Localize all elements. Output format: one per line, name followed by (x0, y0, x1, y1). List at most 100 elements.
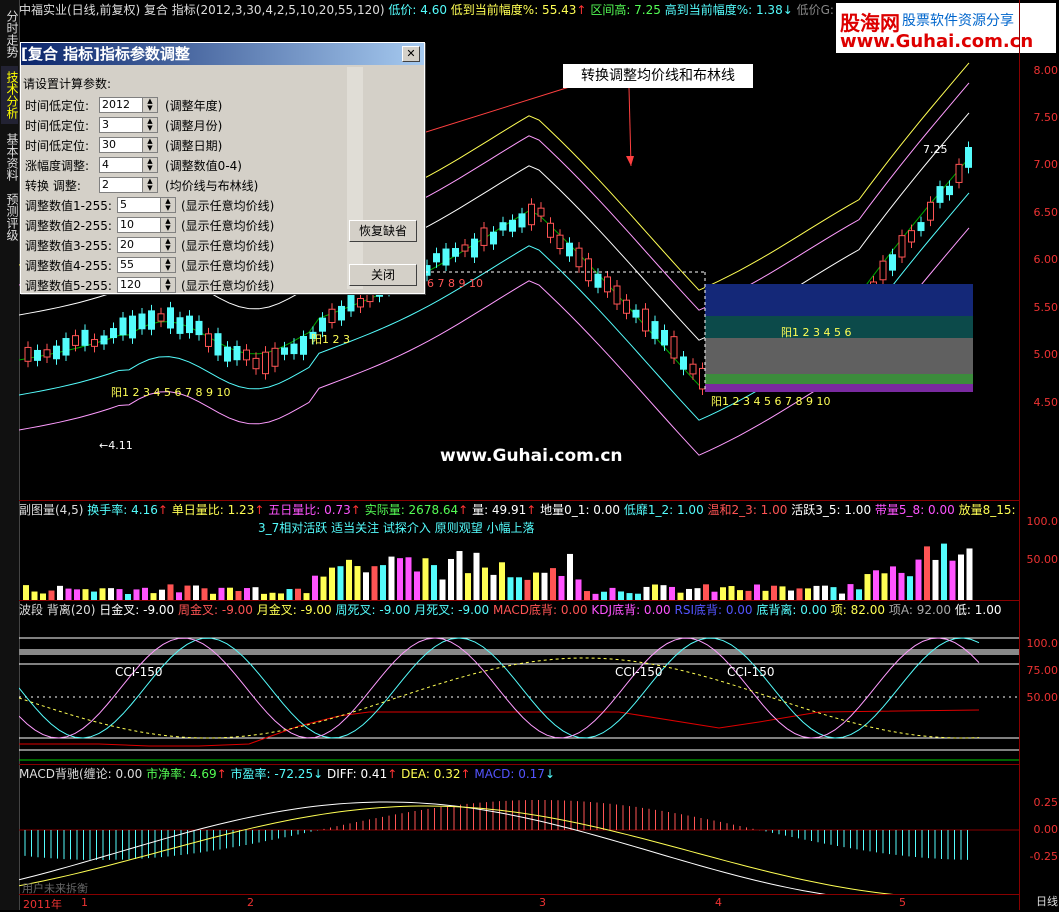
spinner-icon[interactable]: ▲ ▼ (142, 177, 158, 193)
candle (138, 313, 146, 330)
month-label: 4 (715, 896, 722, 909)
zone-purple (705, 384, 973, 392)
candle (81, 329, 89, 346)
close-button[interactable]: 关闭 (349, 264, 417, 286)
spinner-icon[interactable]: ▲ ▼ (160, 257, 176, 273)
candle (433, 253, 440, 263)
volume-bar (881, 573, 888, 600)
candle (461, 244, 469, 252)
candle (300, 335, 307, 355)
candle (528, 203, 535, 226)
volume-bar (575, 579, 582, 600)
spinner-icon[interactable]: ▲ ▼ (160, 277, 176, 293)
candle (680, 356, 687, 370)
param-input[interactable]: 5 (117, 197, 161, 213)
volume-bar (346, 559, 352, 600)
month-label: 5 (899, 896, 906, 909)
candle (129, 315, 136, 339)
volume-bar (405, 557, 412, 600)
tab-rating[interactable]: 预测评级 (1, 188, 19, 246)
band-tick: 50.00 (1026, 691, 1059, 704)
param-input[interactable]: 55 (117, 257, 161, 273)
spinner-icon[interactable]: ▲ ▼ (160, 237, 176, 253)
volume-bar (720, 587, 726, 600)
spinner-icon[interactable]: ▲ ▼ (142, 97, 158, 113)
candle (879, 260, 887, 281)
macd-pe: 市盈率: -72.25 (230, 767, 314, 781)
candle (319, 317, 326, 332)
band-title: 波段 背离(20) (19, 603, 96, 617)
volume-bar (167, 584, 174, 600)
volume-bar (507, 577, 514, 600)
candle (556, 234, 564, 250)
volume-bar (303, 593, 310, 600)
candle (575, 247, 583, 268)
volume-bar (371, 566, 378, 600)
candle (34, 349, 41, 361)
dialog-title-bar[interactable]: [复合 指标]指标参数调整 (21, 43, 424, 65)
volume-bar (159, 589, 165, 600)
param-input[interactable]: 2 (99, 177, 143, 193)
macd-pb: 市净率: 4.69 (146, 767, 217, 781)
tab-fundamental[interactable]: 基本资料 (1, 128, 19, 186)
param-dialog: [复合 指标]指标参数调整 ✕ 请设置计算参数: 时间低定位: 2012 ▲ ▼ (调整… (20, 42, 425, 294)
volume-bar (796, 588, 803, 600)
spinner-icon[interactable]: ▲ ▼ (142, 117, 158, 133)
spinner-icon[interactable]: ▲ ▼ (142, 137, 158, 153)
volume-bar (74, 589, 80, 600)
param-input[interactable]: 120 (117, 277, 161, 293)
vol-5day: 五日量比: 0.73 (268, 503, 351, 517)
volume-bar (652, 584, 658, 600)
volume-bar (82, 589, 89, 600)
spinner-icon[interactable]: ▲ ▼ (142, 157, 158, 173)
cci-label: CCI-150 (115, 665, 163, 679)
volume-bar (873, 570, 879, 600)
close-icon[interactable]: ✕ (402, 46, 420, 62)
volume-bar (677, 592, 684, 600)
volume-bar (414, 571, 420, 600)
param-hint: (均价线与布林线) (165, 179, 259, 193)
band-macd: MACD底背: 0.00 (493, 603, 588, 617)
volume-bar (805, 588, 811, 600)
candle (499, 222, 507, 231)
volume-bar (762, 590, 769, 600)
tab-intraday[interactable]: 分时走势 (1, 10, 19, 58)
volume-bar (626, 593, 633, 600)
volume-bar (966, 548, 973, 600)
spinner-icon[interactable]: ▲ ▼ (160, 197, 176, 213)
candle (214, 333, 222, 356)
period-label[interactable]: 日线 (1036, 893, 1058, 909)
param-input[interactable]: 2012 (99, 97, 143, 113)
volume-bar (193, 585, 199, 600)
volume-bar (915, 559, 922, 600)
param-input[interactable]: 10 (117, 217, 161, 233)
param-input[interactable]: 30 (99, 137, 143, 153)
volume-bar (524, 579, 531, 600)
param-input[interactable]: 4 (99, 157, 143, 173)
candle (243, 349, 250, 361)
candle (908, 230, 915, 243)
param-hint: (显示任意均价线) (181, 279, 275, 293)
panel-divider (19, 600, 1019, 601)
tab-technical[interactable]: 技术分析 (1, 66, 19, 124)
vol-mild: 温和2_3: 1.00 (707, 503, 788, 517)
panel-divider (19, 764, 1019, 765)
volume-bar (601, 591, 607, 600)
volume-bar (108, 588, 114, 600)
candle (338, 305, 345, 321)
candle (281, 347, 288, 355)
param-hint: (调整年度) (165, 99, 223, 113)
param-input[interactable]: 20 (117, 237, 161, 253)
band-chart: CCI-150 CCI-150 CCI-150 (19, 637, 1019, 761)
spinner-icon[interactable]: ▲ ▼ (160, 217, 176, 233)
band-status: 波段 背离(20) 日金叉: -9.00 周金叉: -9.00 月金叉: -9.… (19, 602, 1001, 618)
volume-bar (312, 575, 318, 600)
dialog-scrollbar[interactable] (347, 67, 363, 289)
param-input[interactable]: 3 (99, 117, 143, 133)
vol-amount: 量: 49.91 (472, 503, 527, 517)
candle (898, 235, 906, 258)
candle (24, 346, 32, 362)
restore-default-button[interactable]: 恢复缺省 (349, 220, 417, 242)
volume-bar (397, 558, 403, 600)
price-tick: 6.00 (1033, 253, 1059, 266)
